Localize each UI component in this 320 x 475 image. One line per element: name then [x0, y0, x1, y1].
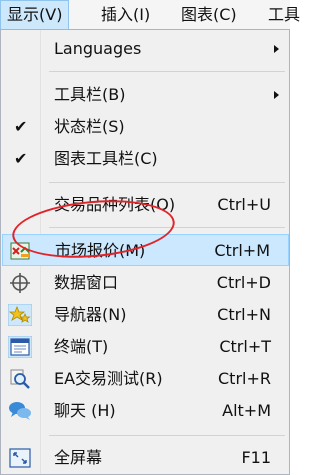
menu-item-label: 市场报价(M) [55, 241, 146, 260]
menu-item-strategy-tester[interactable]: EA交易测试(R) Ctrl+R [2, 363, 289, 395]
separator [49, 182, 285, 183]
menu-item-label: 图表工具栏(C) [54, 149, 158, 168]
checkmark-icon: ✔ [14, 117, 28, 136]
shortcut-label: Ctrl+U [217, 195, 271, 214]
fullscreen-icon [8, 447, 32, 469]
checkmark-icon: ✔ [14, 149, 28, 168]
menu-item-chart-toolbar[interactable]: ✔ 图表工具栏(C) [2, 143, 289, 175]
menu-item-label: EA交易测试(R) [54, 369, 163, 388]
menu-view[interactable]: 显示(V) [0, 0, 70, 30]
separator [49, 227, 285, 228]
menu-bar: 显示(V) 插入(I) 图表(C) 工具 [0, 0, 300, 30]
shortcut-label: F11 [241, 448, 271, 467]
menu-item-label: Languages [54, 39, 142, 58]
view-dropdown-menu: Languages 工具栏(B) ✔ 状态栏(S) ✔ 图表工具栏(C) 交易品… [0, 29, 290, 475]
market-watch-icon [9, 240, 33, 262]
menu-item-navigator[interactable]: 导航器(N) Ctrl+N [2, 299, 289, 331]
menu-charts[interactable]: 图表(C) [175, 0, 243, 30]
submenu-arrow-icon [274, 91, 279, 99]
shortcut-label: Ctrl+R [218, 369, 271, 388]
menu-item-label: 交易品种列表(O) [54, 195, 176, 214]
menu-tools[interactable]: 工具 [262, 0, 306, 30]
menu-item-statusbar[interactable]: ✔ 状态栏(S) [2, 111, 289, 143]
menu-item-data-window[interactable]: 数据窗口 Ctrl+D [2, 267, 289, 299]
shortcut-label: Alt+M [222, 401, 271, 420]
menu-item-label: 工具栏(B) [54, 85, 126, 104]
navigator-stars-icon [7, 303, 33, 327]
separator [49, 71, 285, 72]
menu-item-terminal[interactable]: 终端(T) Ctrl+T [2, 331, 289, 363]
menu-item-market-watch[interactable]: 市场报价(M) Ctrl+M [2, 234, 289, 266]
menu-item-fullscreen[interactable]: 全屏幕 F11 [2, 442, 289, 474]
shortcut-label: Ctrl+N [217, 305, 271, 324]
menu-item-label: 状态栏(S) [54, 117, 125, 136]
menu-item-label: 聊天 (H) [54, 401, 116, 420]
shortcut-label: Ctrl+T [219, 337, 271, 356]
menu-item-label: 数据窗口 [54, 273, 119, 292]
menu-item-languages[interactable]: Languages [2, 33, 289, 65]
menu-item-label: 终端(T) [54, 337, 109, 356]
separator [49, 435, 285, 436]
menu-item-label: 全屏幕 [54, 448, 103, 467]
menu-item-toolbars[interactable]: 工具栏(B) [2, 79, 289, 111]
tester-magnifier-icon [8, 368, 32, 390]
shortcut-label: Ctrl+M [214, 241, 270, 260]
crosshair-icon [8, 272, 32, 294]
menu-item-chat[interactable]: 聊天 (H) Alt+M [2, 395, 289, 427]
terminal-window-icon [7, 335, 33, 359]
menu-insert[interactable]: 插入(I) [95, 0, 156, 30]
shortcut-label: Ctrl+D [216, 273, 271, 292]
menu-item-symbols[interactable]: 交易品种列表(O) Ctrl+U [2, 189, 289, 221]
submenu-arrow-icon [274, 45, 279, 53]
menu-item-label: 导航器(N) [54, 305, 127, 324]
chat-bubbles-icon [8, 400, 32, 422]
